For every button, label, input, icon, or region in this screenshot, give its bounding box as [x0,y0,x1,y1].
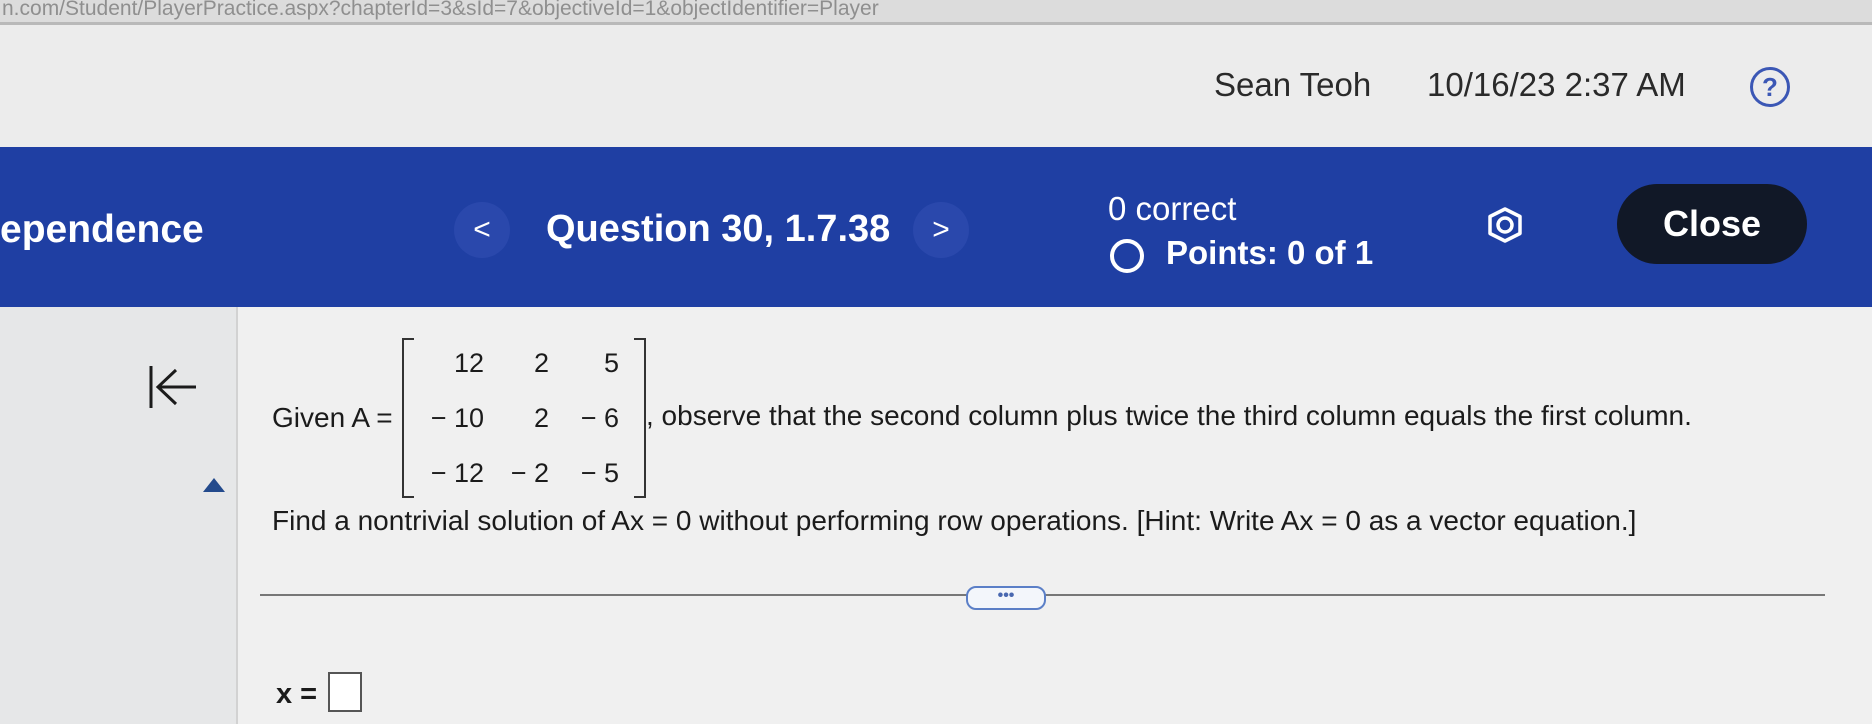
problem-instruction: Find a nontrivial solution of Ax = 0 wit… [272,505,1637,536]
more-options-button[interactable]: ••• [966,586,1046,610]
browser-url-bar[interactable]: n.com/Student/PlayerPractice.aspx?chapte… [0,0,1872,22]
points-circle-icon [1110,239,1144,273]
matrix-cell: − 10 [430,403,484,433]
answer-label: x = [276,678,318,710]
topic-title: ependence [0,208,204,251]
correct-count: 0 correct [1108,190,1237,227]
question-title: Question 30, 1.7.38 [546,208,891,250]
matrix-cell: − 2 [510,458,549,488]
matrix-cell: − 6 [580,403,619,433]
matrix-cell: − 12 [430,458,484,488]
user-name: Sean Teoh [1214,66,1372,103]
given-label: Given A = [272,402,393,433]
collapse-arrow-icon[interactable] [146,362,200,412]
timestamp: 10/16/23 2:37 AM [1427,66,1686,103]
matrix-A: 12 2 5 − 10 2 − 6 − 12 − 2 − 5 [402,338,646,498]
matrix-cell: 5 [603,348,619,378]
close-button[interactable]: Close [1617,184,1807,264]
triangle-marker-icon [203,478,225,492]
matrix-cell: − 5 [580,458,619,488]
answer-input[interactable] [328,672,362,712]
next-question-button[interactable]: > [913,202,969,258]
previous-question-button[interactable]: < [454,202,510,258]
help-icon[interactable]: ? [1750,67,1790,107]
matrix-cell: 2 [533,403,549,433]
problem-observation: , observe that the second column plus tw… [646,400,1692,431]
points-text: Points: 0 of 1 [1166,234,1374,271]
matrix-cell: 2 [533,348,549,378]
gear-icon[interactable] [1480,200,1530,250]
side-panel [0,307,238,724]
matrix-cell: 12 [453,348,484,378]
